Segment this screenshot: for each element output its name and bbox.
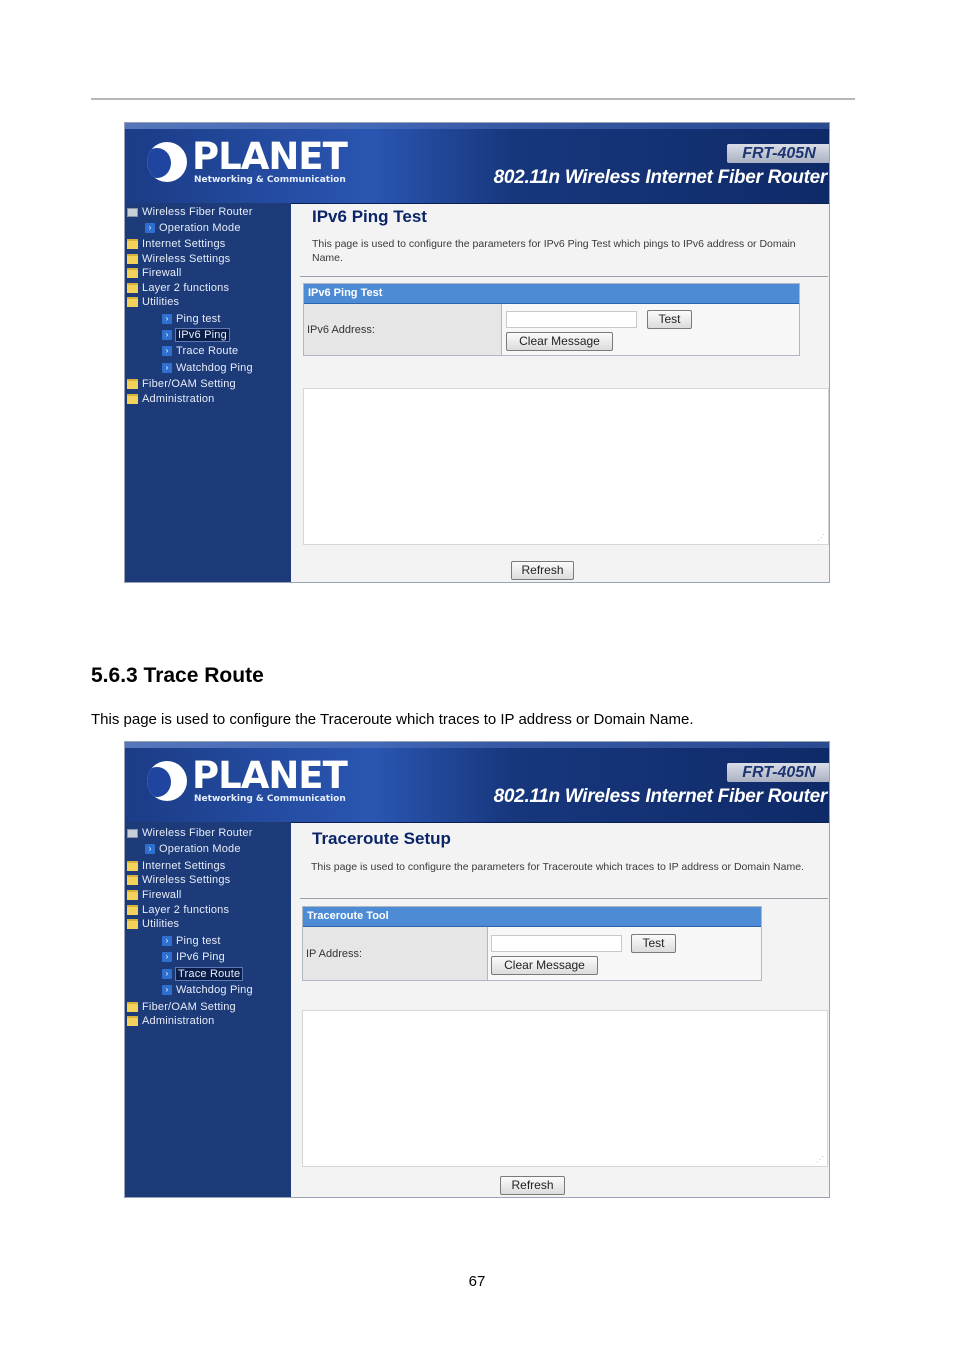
arrow-icon: › — [162, 952, 172, 963]
ip-address-input[interactable] — [491, 935, 622, 952]
nav-internet-settings[interactable]: Internet Settings — [127, 859, 226, 873]
folder-icon — [127, 919, 138, 930]
nav-fiber-oam[interactable]: Fiber/OAM Setting — [127, 1000, 236, 1014]
page-title: IPv6 Ping Test — [312, 207, 427, 226]
divider — [300, 276, 828, 277]
nav-root[interactable]: Wireless Fiber Router — [127, 826, 253, 840]
nav-administration[interactable]: Administration — [127, 392, 215, 406]
page-title: Traceroute Setup — [312, 829, 451, 848]
nav-utilities[interactable]: Utilities — [127, 295, 179, 309]
arrow-icon: › — [145, 844, 155, 855]
nav-watchdog-ping[interactable]: › Watchdog Ping — [162, 983, 253, 997]
sidebar: Wireless Fiber Router › Operation Mode In… — [125, 822, 291, 1197]
refresh-button[interactable]: Refresh — [500, 1176, 565, 1195]
tool-header: IPv6 Ping Test — [304, 284, 799, 304]
resize-grip-icon[interactable]: ⋰ — [816, 1155, 824, 1164]
clear-message-button[interactable]: Clear Message — [491, 956, 598, 975]
page-description: This page is used to configure the param… — [312, 238, 796, 264]
product-name: 802.11n Wireless Internet Fiber Router — [493, 786, 828, 807]
traceroute-screenshot: PLANET Networking & Communication FRT-40… — [124, 741, 830, 1198]
nav-wireless-settings[interactable]: Wireless Settings — [127, 873, 230, 887]
nav-watchdog-ping[interactable]: › Watchdog Ping — [162, 361, 253, 375]
arrow-icon: › — [162, 363, 172, 374]
sidebar: Wireless Fiber Router › Operation Mode In… — [125, 203, 291, 582]
nav-internet-settings[interactable]: Internet Settings — [127, 237, 226, 251]
router-icon — [127, 207, 138, 217]
logo-text: PLANET — [192, 754, 348, 797]
arrow-icon: › — [162, 346, 172, 357]
nav-root[interactable]: Wireless Fiber Router — [127, 205, 253, 219]
arrow-icon: › — [162, 314, 172, 325]
folder-icon — [127, 1002, 138, 1013]
planet-logo-icon — [147, 142, 187, 182]
folder-icon — [127, 890, 138, 901]
section-heading: 5.6.3 Trace Route — [91, 664, 264, 687]
logo-subtitle: Networking & Communication — [194, 175, 346, 185]
section-text: This page is used to configure the Trace… — [91, 711, 694, 728]
nav-wireless-settings[interactable]: Wireless Settings — [127, 252, 230, 266]
banner: PLANET Networking & Communication FRT-40… — [125, 742, 829, 823]
ipv6-address-label: IPv6 Address: — [304, 304, 502, 355]
folder-icon — [127, 1016, 138, 1027]
logo-subtitle: Networking & Communication — [194, 794, 346, 804]
nav-layer2[interactable]: Layer 2 functions — [127, 903, 229, 917]
nav-operation-mode[interactable]: › Operation Mode — [145, 221, 241, 235]
nav-ping-test[interactable]: › Ping test — [162, 934, 221, 948]
clear-message-button[interactable]: Clear Message — [506, 332, 613, 351]
ipv6-ping-screenshot: PLANET Networking & Communication FRT-40… — [124, 122, 830, 583]
router-icon — [127, 828, 138, 838]
nav-trace-route[interactable]: › Trace Route — [162, 344, 238, 358]
folder-icon — [127, 239, 138, 250]
nav-firewall[interactable]: Firewall — [127, 266, 182, 280]
folder-icon — [127, 379, 138, 390]
nav-firewall[interactable]: Firewall — [127, 888, 182, 902]
planet-logo-icon — [147, 761, 187, 801]
page-number: 67 — [468, 1273, 486, 1290]
header-rule — [91, 98, 855, 100]
tool-header: Traceroute Tool — [303, 907, 761, 927]
test-button[interactable]: Test — [631, 934, 676, 953]
model-badge: FRT-405N — [727, 144, 829, 163]
resize-grip-icon[interactable]: ⋰ — [817, 533, 825, 542]
model-badge: FRT-405N — [727, 763, 829, 782]
ipv6-address-input[interactable] — [506, 311, 637, 328]
output-textarea[interactable]: ⋰ — [302, 1010, 828, 1167]
nav-administration[interactable]: Administration — [127, 1014, 215, 1028]
folder-icon — [127, 905, 138, 916]
traceroute-tool: Traceroute Tool IP Address: Test Clear M… — [302, 906, 762, 981]
product-name: 802.11n Wireless Internet Fiber Router — [493, 167, 828, 188]
folder-icon — [127, 297, 138, 308]
folder-icon — [127, 268, 138, 279]
folder-icon — [127, 283, 138, 294]
arrow-icon: › — [162, 936, 172, 947]
nav-utilities[interactable]: Utilities — [127, 917, 179, 931]
nav-operation-mode[interactable]: › Operation Mode — [145, 842, 241, 856]
nav-ipv6-ping[interactable]: › IPv6 Ping — [162, 950, 225, 964]
divider — [300, 898, 828, 899]
arrow-icon: › — [145, 223, 155, 234]
output-textarea[interactable]: ⋰ — [303, 388, 829, 545]
folder-icon — [127, 875, 138, 886]
folder-icon — [127, 861, 138, 872]
nav-fiber-oam[interactable]: Fiber/OAM Setting — [127, 377, 236, 391]
banner: PLANET Networking & Communication FRT-40… — [125, 123, 829, 204]
logo-text: PLANET — [192, 135, 348, 178]
arrow-icon: › — [162, 969, 172, 980]
arrow-icon: › — [162, 985, 172, 996]
test-button[interactable]: Test — [647, 310, 692, 329]
nav-ping-test[interactable]: › Ping test — [162, 312, 221, 326]
ip-address-label: IP Address: — [303, 927, 488, 980]
refresh-button[interactable]: Refresh — [511, 561, 574, 580]
ipv6-ping-tool: IPv6 Ping Test IPv6 Address: Test Clear … — [303, 283, 800, 356]
nav-layer2[interactable]: Layer 2 functions — [127, 281, 229, 295]
folder-icon — [127, 394, 138, 405]
arrow-icon: › — [162, 330, 172, 341]
nav-ipv6-ping[interactable]: › IPv6 Ping — [162, 328, 230, 342]
nav-trace-route[interactable]: › Trace Route — [162, 967, 244, 981]
page-description: This page is used to configure the param… — [311, 861, 804, 873]
folder-icon — [127, 254, 138, 265]
